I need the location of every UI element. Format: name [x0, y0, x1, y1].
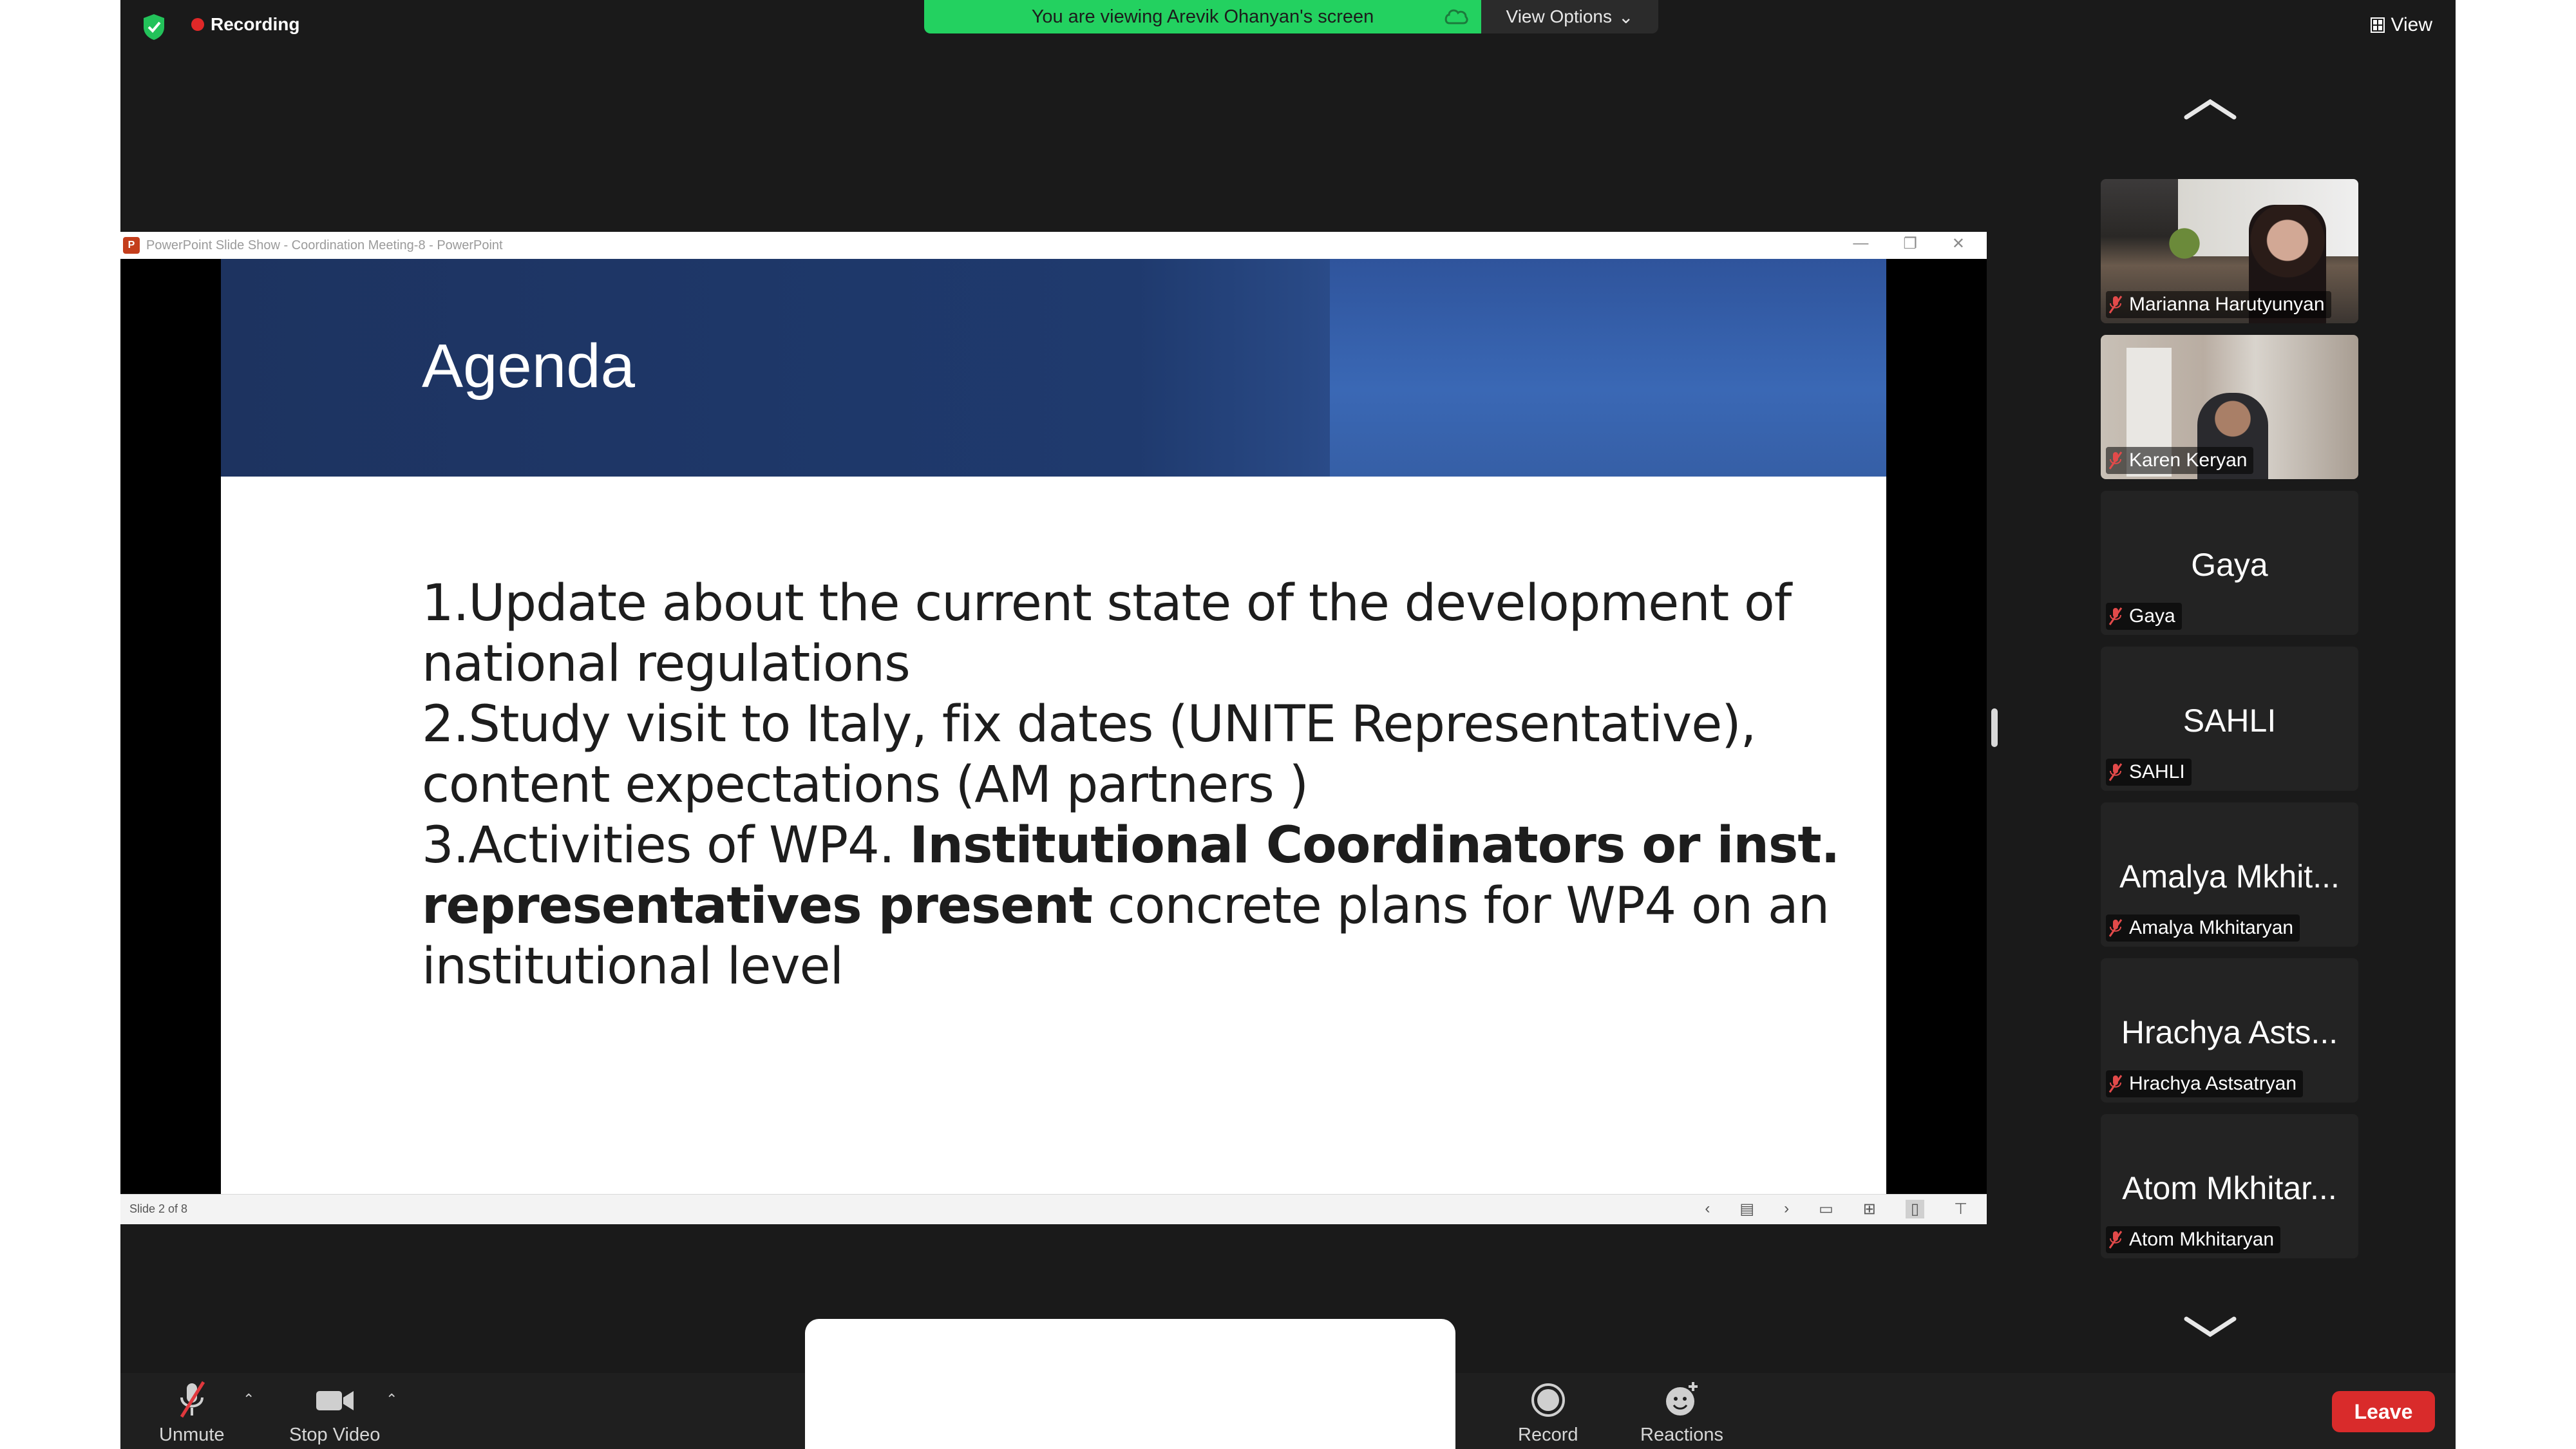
participant-tile[interactable]: Amalya Mkhit... Amalya Mkhitaryan: [2101, 802, 2358, 947]
participant-name-tag: Amalya Mkhitaryan: [2106, 914, 2300, 942]
slide-header-accent: [1330, 259, 1886, 477]
agenda-line: 1.Update about the current state of the …: [422, 574, 1792, 632]
participant-name: Marianna Harutyunyan: [2129, 294, 2325, 315]
mic-muted-icon: [2108, 919, 2123, 937]
participant-tile[interactable]: Atom Mkhitar... Atom Mkhitaryan: [2101, 1114, 2358, 1258]
video-camera-icon: [316, 1391, 354, 1410]
participant-name-tag: SAHLI: [2106, 759, 2192, 786]
slideshow-view-icon[interactable]: ⊤: [1954, 1200, 1967, 1218]
viewing-screen-banner: You are viewing Arevik Ohanyan's screen: [924, 0, 1481, 33]
mic-muted-icon: [2108, 607, 2123, 625]
powerpoint-window-title: PowerPoint Slide Show - Coordination Mee…: [146, 238, 503, 252]
participant-display-name: Atom Mkhitar...: [2122, 1170, 2337, 1206]
slide-title: Agenda: [422, 332, 635, 401]
view-options-label: View Options: [1506, 6, 1612, 26]
participant-name-tag: Marianna Harutyunyan: [2106, 291, 2331, 318]
participant-tile[interactable]: SAHLI SAHLI: [2101, 647, 2358, 791]
chevron-down-icon: ⌄: [1618, 6, 1634, 27]
chevron-up-icon[interactable]: [2181, 97, 2239, 122]
view-label: View: [2391, 14, 2432, 35]
reactions-button[interactable]: Reactions: [1640, 1379, 1723, 1446]
participant-display-name: SAHLI: [2183, 703, 2277, 739]
participant-name-tag: Karen Keryan: [2106, 447, 2254, 474]
slideshow-status-bar: Slide 2 of 8 ‹ ▤ › ▭ ⊞ ▯ ⊤: [120, 1194, 1987, 1224]
participant-name-tag: Atom Mkhitaryan: [2106, 1226, 2281, 1253]
participant-name: Hrachya Astsatryan: [2129, 1073, 2297, 1094]
minimize-icon[interactable]: —: [1853, 234, 1868, 253]
participant-name: Gaya: [2129, 605, 2175, 627]
agenda-line: 2.Study visit to Italy, fix dates (UNITE…: [422, 696, 1756, 753]
agenda-line: national regulations: [422, 635, 911, 693]
participant-name: SAHLI: [2129, 761, 2185, 782]
panel-resize-handle[interactable]: [1991, 708, 1998, 747]
participant-display-name: Amalya Mkhit...: [2119, 858, 2340, 895]
participant-name: Atom Mkhitaryan: [2129, 1229, 2275, 1250]
agenda-line: content expectations (AM partners ): [422, 756, 1309, 814]
record-button[interactable]: Record: [1518, 1379, 1578, 1446]
stop-video-label: Stop Video: [289, 1425, 381, 1445]
restore-icon[interactable]: ❐: [1903, 234, 1917, 253]
recording-indicator[interactable]: Recording: [191, 14, 299, 35]
reactions-label: Reactions: [1640, 1425, 1723, 1445]
shared-screen: P PowerPoint Slide Show - Coordination M…: [120, 232, 1987, 1224]
mic-muted-icon: [180, 1381, 205, 1418]
participant-tile[interactable]: Karen Keryan: [2101, 335, 2358, 479]
slide-area: Agenda 1.Update about the current state …: [120, 259, 1987, 1194]
participant-display-name: Gaya: [2191, 547, 2268, 583]
powerpoint-titlebar: P PowerPoint Slide Show - Coordination M…: [120, 232, 1987, 259]
reactions-smiley-icon: [1666, 1382, 1698, 1416]
slide-body: 1.Update about the current state of the …: [422, 573, 1840, 997]
share-screen-popup: [805, 1319, 1455, 1449]
agenda-line: representatives present concrete plans f…: [422, 877, 1830, 935]
mic-muted-icon: [2108, 296, 2123, 314]
participant-display-name: Hrachya Asts...: [2121, 1014, 2338, 1050]
participant-tile[interactable]: Marianna Harutyunyan: [2101, 179, 2358, 323]
record-label: Record: [1518, 1425, 1578, 1445]
unmute-button[interactable]: Unmute: [159, 1379, 225, 1446]
chevron-down-icon[interactable]: [2181, 1314, 2239, 1340]
mic-muted-icon: [2108, 451, 2123, 469]
agenda-line: institutional level: [422, 938, 844, 996]
slide-sorter-icon[interactable]: ⊞: [1863, 1200, 1876, 1218]
viewing-banner-text: You are viewing Arevik Ohanyan's screen: [1031, 6, 1374, 27]
reading-view-icon[interactable]: ▯: [1905, 1200, 1925, 1218]
agenda-line: 3.Activities of WP4. Institutional Coord…: [422, 817, 1840, 875]
recording-label: Recording: [211, 14, 300, 34]
participant-name: Amalya Mkhitaryan: [2129, 917, 2294, 938]
view-options-button[interactable]: View Options ⌄: [1481, 0, 1658, 33]
view-grid-icon: [2370, 17, 2385, 33]
mic-muted-icon: [2108, 763, 2123, 781]
participant-tile[interactable]: Gaya Gaya: [2101, 491, 2358, 635]
record-icon: [1531, 1383, 1565, 1417]
slide: Agenda 1.Update about the current state …: [221, 259, 1886, 1194]
stop-video-button[interactable]: Stop Video: [289, 1379, 380, 1446]
next-slide-icon[interactable]: ›: [1784, 1200, 1789, 1218]
participant-name-tag: Gaya: [2106, 603, 2182, 630]
mic-muted-icon: [2108, 1231, 2123, 1249]
participant-name: Karen Keryan: [2129, 450, 2248, 471]
participant-name-tag: Hrachya Astsatryan: [2106, 1070, 2304, 1097]
close-icon[interactable]: ✕: [1952, 234, 1965, 253]
powerpoint-icon: P: [123, 237, 140, 254]
normal-view-icon[interactable]: ▭: [1819, 1200, 1833, 1218]
slide-menu-icon[interactable]: ▤: [1739, 1200, 1754, 1218]
mic-muted-icon: [2108, 1075, 2123, 1093]
leave-button[interactable]: Leave: [2332, 1391, 2435, 1432]
window-controls: — ❐ ✕: [1853, 234, 1965, 253]
video-options-chevron-icon[interactable]: ⌃: [386, 1391, 397, 1408]
slideshow-controls: ‹ ▤ › ▭ ⊞ ▯ ⊤: [1705, 1200, 1967, 1218]
zoom-meeting-window: Recording You are viewing Arevik Ohanyan…: [120, 0, 2456, 1449]
recording-dot-icon: [191, 18, 204, 31]
previous-slide-icon[interactable]: ‹: [1705, 1200, 1710, 1218]
audio-options-chevron-icon[interactable]: ⌃: [243, 1391, 254, 1408]
participant-tile[interactable]: Hrachya Asts... Hrachya Astsatryan: [2101, 958, 2358, 1103]
cloud-icon: [1444, 9, 1468, 24]
view-button[interactable]: View: [2370, 14, 2432, 36]
security-shield-icon[interactable]: [141, 13, 167, 41]
slide-counter: Slide 2 of 8: [129, 1202, 188, 1215]
unmute-label: Unmute: [159, 1425, 225, 1445]
